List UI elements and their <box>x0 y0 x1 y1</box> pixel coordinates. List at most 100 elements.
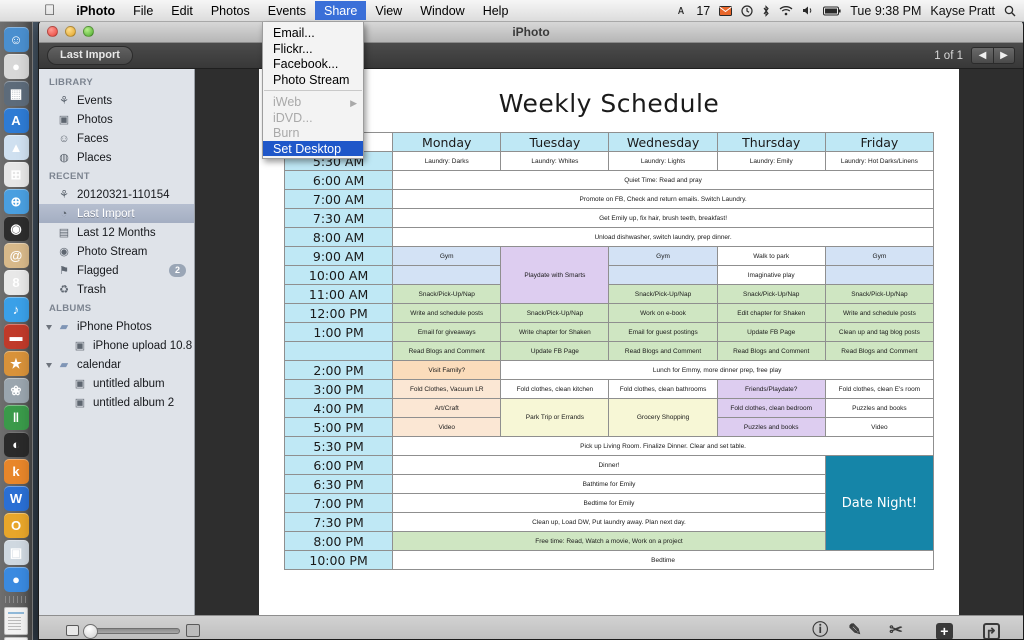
launchpad-icon[interactable]: ● <box>3 54 29 79</box>
zoom-out-icon[interactable] <box>66 625 79 636</box>
keynote-icon[interactable]: ▬ <box>3 324 29 349</box>
tool-edit-button[interactable]: ✎Edit <box>845 622 864 639</box>
word-icon[interactable]: W <box>3 486 29 511</box>
time-machine-icon[interactable] <box>741 4 753 17</box>
user-name[interactable]: Kayse Pratt <box>930 4 995 18</box>
mission-control-icon[interactable]: ▦ <box>3 81 29 106</box>
breadcrumb[interactable]: Last Import <box>47 46 133 65</box>
sidebar-item-trash[interactable]: ♻ Trash <box>39 280 194 299</box>
tool-info-button[interactable]: ⓘInfo <box>811 623 829 639</box>
dock-minimized-document[interactable] <box>4 607 28 635</box>
schedule-cell: Dinner! <box>392 455 826 475</box>
finder-icon[interactable]: ☺ <box>3 27 29 52</box>
numbers-icon[interactable]: ‖ <box>3 405 29 430</box>
photo-counter: 1 of 1 <box>934 49 963 62</box>
menu-photos[interactable]: Photos <box>202 1 259 20</box>
kindle-icon[interactable]: k <box>3 459 29 484</box>
schedule-cell: Snack/Pick-Up/Nap <box>500 303 610 323</box>
zoom-slider-row[interactable] <box>66 623 200 639</box>
sidebar-item-events[interactable]: ⚘ Events <box>39 91 194 110</box>
facetime-icon[interactable]: ◉ <box>3 216 29 241</box>
wifi-icon[interactable] <box>779 5 793 16</box>
disclosure-triangle-icon[interactable] <box>46 363 52 368</box>
next-photo-button[interactable]: ▶ <box>993 47 1015 64</box>
weekly-schedule-photo: Weekly Schedule Monday Tuesday Wednesday Th… <box>259 69 959 615</box>
iphoto-icon[interactable]: ❀ <box>3 378 29 403</box>
schedule-cell: Update FB Page <box>716 322 826 342</box>
menu-separator <box>264 90 362 91</box>
sidebar-item-photo-stream[interactable]: ◉ Photo Stream <box>39 242 194 261</box>
menu-events[interactable]: Events <box>259 1 315 20</box>
itunes-icon[interactable]: ♪ <box>3 297 29 322</box>
sidebar-item-untitled-album-2[interactable]: ▣ untitled album 2 <box>39 393 194 412</box>
sidebar-item-last-12-months[interactable]: ▤ Last 12 Months <box>39 223 194 242</box>
sketch-icon[interactable]: ◐ <box>3 432 29 457</box>
text-input-icon[interactable] <box>676 5 687 16</box>
sidebar-item-iphone-photos[interactable]: ▰ iPhone Photos <box>39 317 194 336</box>
ical-icon[interactable]: 8 <box>3 270 29 295</box>
tool-share-button[interactable]: ↱Share <box>977 623 1005 639</box>
share-menu-dropdown[interactable]: Email... Flickr... Facebook... Photo Stream… <box>262 22 364 159</box>
sidebar-item-photos[interactable]: ▣ Photos <box>39 110 194 129</box>
menu-file[interactable]: File <box>124 1 162 20</box>
sidebar-item-flagged[interactable]: ⚑ Flagged 2 <box>39 261 194 280</box>
pencil-icon: ✎ <box>848 622 862 639</box>
sidebar-item-places[interactable]: ◍ Places <box>39 148 194 167</box>
menu-share[interactable]: Share <box>314 1 367 20</box>
events-icon: ⚘ <box>59 189 69 201</box>
dock[interactable]: ☺●▦A▲⊞⊕◉@8♪▬★❀‖◐kWO▣●♻ <box>0 22 33 640</box>
zoom-slider[interactable] <box>83 623 180 639</box>
tool-create-button[interactable]: ✂Create <box>880 623 911 639</box>
menu-help[interactable]: Help <box>474 1 518 20</box>
menu-edit[interactable]: Edit <box>162 1 202 20</box>
schedule-cell: Puzzles and books <box>716 417 826 437</box>
clock-time[interactable]: Tue 9:38 PM <box>850 4 921 18</box>
volume-icon[interactable] <box>802 5 814 16</box>
disclosure-triangle-icon[interactable] <box>46 325 52 330</box>
mail-icon[interactable] <box>719 5 733 16</box>
nav-buttons[interactable]: ◀ ▶ <box>971 47 1015 64</box>
sidebar-item-calendar[interactable]: ▰ calendar <box>39 355 194 374</box>
sidebar-item-iphone-upload-10-8[interactable]: ▣ iPhone upload 10.8 <box>39 336 194 355</box>
search-icon[interactable] <box>1004 5 1016 17</box>
share-menu-item-facebook[interactable]: Facebook... <box>263 56 363 72</box>
schedule-cell: Quiet Time: Read and pray <box>392 170 934 190</box>
share-menu-item-setdesktop[interactable]: Set Desktop <box>263 140 363 156</box>
menu-bar[interactable]:  iPhotoFileEditPhotosEventsShareViewWin… <box>0 0 1024 22</box>
photos-app-icon[interactable]: ▣ <box>3 540 29 565</box>
menu-iphoto[interactable]: iPhoto <box>67 1 124 20</box>
safari-icon[interactable]: ⊕ <box>3 189 29 214</box>
schedule-cell: Promote on FB, Check and return emails. … <box>392 189 934 209</box>
imovie-icon[interactable]: ★ <box>3 351 29 376</box>
share-menu-item-email[interactable]: Email... <box>263 25 363 41</box>
contacts-icon[interactable]: @ <box>3 243 29 268</box>
share-menu-item-flickr[interactable]: Flickr... <box>263 41 363 57</box>
calculator-icon[interactable]: ⊞ <box>3 162 29 187</box>
bottom-tools[interactable]: ⓘInfo ✎Edit ✂Create +Add To ↱Share <box>811 622 1023 639</box>
bluetooth-icon[interactable] <box>762 4 770 17</box>
menu-bar-status[interactable]: 17 Tue 9:38 PM Kayse Pratt <box>676 4 1024 18</box>
sidebar[interactable]: LIBRARY ⚘ Events ▣ Photos ☺ Faces ◍ Places RECENT… <box>39 69 195 615</box>
menu-item-label: iDVD... <box>273 110 313 125</box>
previous-photo-button[interactable]: ◀ <box>971 47 993 64</box>
apple-menu-icon[interactable]:  <box>44 3 55 18</box>
app-store-icon[interactable]: A <box>3 108 29 133</box>
zoom-slider-knob[interactable] <box>83 623 98 639</box>
schedule-cell: Read Blogs and Comment <box>824 341 935 361</box>
schedule-row: 2:00 PM Visit Family? Lunch for Emmy, more… <box>283 360 934 380</box>
menu-view[interactable]: View <box>366 1 411 20</box>
sidebar-item-faces[interactable]: ☺ Faces <box>39 129 194 148</box>
sidebar-item-20120321-110154[interactable]: ⚘ 20120321-110154 <box>39 185 194 204</box>
sidebar-item-last-import[interactable]: ◔ Last Import <box>39 204 194 223</box>
zoom-in-icon[interactable] <box>186 624 200 637</box>
battery-icon[interactable] <box>823 6 841 16</box>
sidebar-item-untitled-album[interactable]: ▣ untitled album <box>39 374 194 393</box>
menu-window[interactable]: Window <box>411 1 473 20</box>
zoom-control[interactable]: Zoom <box>53 623 213 639</box>
tool-addto-button[interactable]: +Add To <box>928 623 962 639</box>
schedule-row: 5:30 AM Laundry: Darks Laundry: Whites Laun… <box>283 151 935 171</box>
preview-icon[interactable]: ▲ <box>3 135 29 160</box>
share-menu-item-photostream[interactable]: Photo Stream <box>263 72 363 88</box>
office-icon[interactable]: O <box>3 513 29 538</box>
chrome-icon[interactable]: ● <box>3 567 29 592</box>
